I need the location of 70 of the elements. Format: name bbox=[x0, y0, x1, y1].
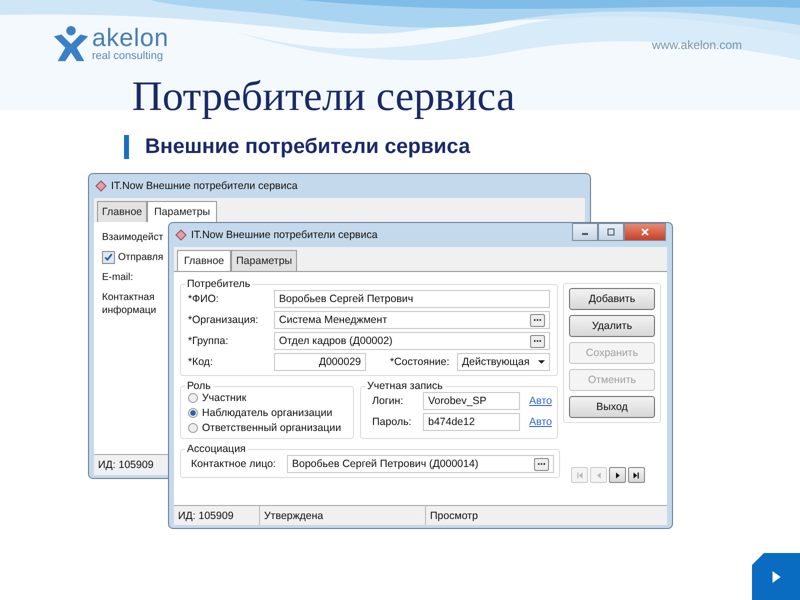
field-label: Контактное лицо: bbox=[190, 458, 277, 470]
group-title: Взаимодейст bbox=[102, 232, 164, 243]
skip-end-icon bbox=[632, 470, 641, 480]
next-button[interactable] bbox=[628, 467, 645, 483]
radio-button[interactable] bbox=[188, 408, 198, 418]
accent-bar bbox=[124, 135, 129, 159]
field-label: *Организация: bbox=[188, 314, 260, 326]
app-icon bbox=[175, 229, 187, 241]
status-text: ИД: 105909 bbox=[98, 459, 154, 471]
maximize-button[interactable] bbox=[598, 223, 624, 241]
logo-tagline: real consulting bbox=[92, 51, 164, 62]
field-label: *Группа: bbox=[188, 335, 230, 347]
input-field[interactable]: Отдел кадров (Д00002) bbox=[274, 332, 550, 350]
radio-label: Наблюдатель организации bbox=[202, 407, 332, 419]
ellipsis-icon[interactable] bbox=[530, 334, 545, 348]
tab[interactable]: Параметры bbox=[147, 201, 218, 222]
field-label: E-mail: bbox=[102, 272, 134, 283]
field-label: Контактная информаци bbox=[102, 291, 156, 317]
input-field[interactable]: Система Менеджмент bbox=[274, 311, 550, 329]
field-label: Пароль: bbox=[371, 416, 412, 428]
group-title: Учетная запись bbox=[366, 380, 444, 392]
window-title: IT.Now Внешние потребители сервиса bbox=[191, 229, 378, 241]
input-field[interactable]: Д000029 bbox=[274, 353, 366, 371]
slide-subtitle: Внешние потребители сервиса bbox=[145, 135, 470, 159]
field-label: *Код: bbox=[188, 356, 214, 368]
radio-label: Участник bbox=[202, 392, 246, 404]
input-field[interactable]: Воробьев Сергей Петрович bbox=[274, 290, 550, 308]
ellipsis-icon[interactable] bbox=[530, 314, 545, 326]
checkbox[interactable] bbox=[102, 251, 115, 264]
field-label: Логин: bbox=[371, 395, 404, 407]
status-text: ИД: 105909 bbox=[174, 506, 260, 525]
field-label: *ФИО: bbox=[188, 293, 220, 305]
input-field[interactable]: Воробьев Сергей Петрович (Д000014) bbox=[287, 455, 554, 473]
checkbox-label: Отправля bbox=[118, 252, 164, 263]
logo-figure-icon bbox=[52, 24, 90, 64]
right-triangle-icon bbox=[613, 470, 622, 480]
website-address: www.akelon.com bbox=[652, 38, 742, 52]
group-title: Ассоциация bbox=[186, 443, 247, 455]
next-slide-button[interactable] bbox=[752, 553, 800, 600]
tab[interactable]: Главное bbox=[177, 250, 232, 271]
group-title: Потребитель bbox=[186, 278, 252, 290]
input-field[interactable]: b474de12 bbox=[423, 413, 520, 431]
window-title: IT.Now Внешние потребители сервиса bbox=[111, 180, 298, 192]
group-title: Роль bbox=[186, 380, 212, 392]
caret-icon bbox=[538, 360, 545, 364]
slide-title: Потребители сервиса bbox=[132, 76, 515, 118]
tab[interactable]: Главное bbox=[97, 201, 148, 222]
action-button[interactable]: Выход bbox=[569, 396, 655, 418]
auto-link[interactable]: Авто bbox=[529, 395, 552, 407]
radio-button[interactable] bbox=[188, 423, 198, 433]
minimize-button[interactable] bbox=[572, 223, 598, 241]
input-field[interactable]: Vorobev_SP bbox=[423, 392, 520, 410]
auto-link[interactable]: Авто bbox=[529, 416, 552, 428]
close-icon bbox=[640, 227, 650, 237]
dropdown[interactable]: Действующая bbox=[457, 353, 550, 371]
app-icon bbox=[95, 180, 107, 192]
field-label: *Состояние: bbox=[390, 356, 450, 368]
skip-start-icon bbox=[575, 470, 584, 480]
ellipsis-icon[interactable] bbox=[534, 458, 549, 470]
status-text: Просмотр bbox=[429, 508, 479, 524]
maximize-icon bbox=[606, 227, 616, 237]
radio-button[interactable] bbox=[188, 393, 198, 403]
radio-label: Ответственный организации bbox=[202, 422, 342, 434]
tab[interactable]: Параметры bbox=[231, 250, 298, 271]
status-text: Утверждена bbox=[260, 506, 426, 525]
close-button[interactable] bbox=[624, 223, 666, 241]
action-button[interactable]: Добавить bbox=[569, 288, 655, 310]
action-button[interactable]: Удалить bbox=[569, 315, 655, 337]
logo-name: akelon bbox=[92, 26, 169, 51]
next-button[interactable] bbox=[609, 467, 626, 483]
